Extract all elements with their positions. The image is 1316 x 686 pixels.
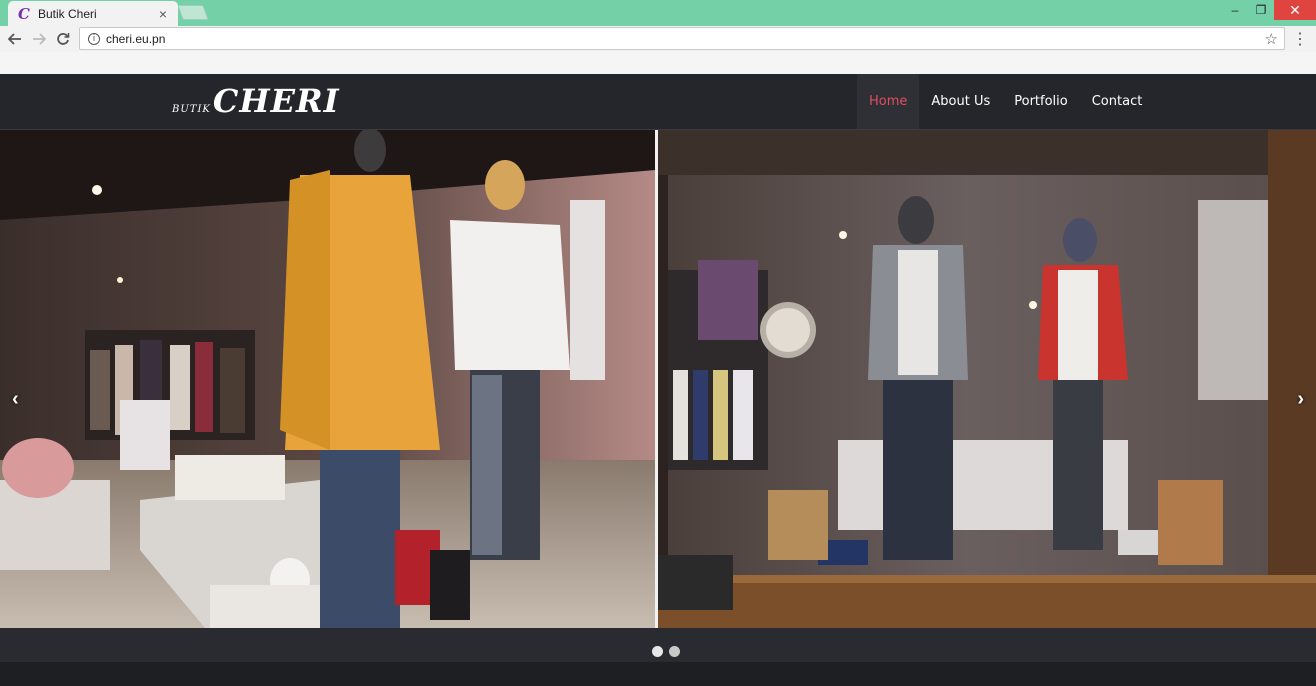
site-favicon-icon: C [18,4,30,23]
nav-about-us[interactable]: About Us [919,74,1002,129]
arrow-right-icon [33,33,46,45]
carousel-indicators-bar [0,628,1316,662]
bookmark-star-icon[interactable]: ☆ [1265,30,1278,48]
browser-menu-icon[interactable]: ⋮ [1292,29,1308,49]
reload-button[interactable] [51,27,75,51]
nav-contact[interactable]: Contact [1080,74,1155,129]
carousel-prev-button[interactable]: ‹ [12,388,19,411]
logo-main-text: CHERI [212,82,340,120]
store-interior-photo [0,130,655,628]
back-button[interactable] [3,27,27,51]
store-interior-image [0,130,655,628]
new-tab-button[interactable] [177,5,209,20]
shop-window-image [658,130,1316,628]
main-navigation: Home About Us Portfolio Contact [857,74,1154,129]
browser-titlebar: C Butik Cheri × – ❐ ✕ [0,0,1316,26]
image-carousel: ‹ › [0,130,1316,628]
forward-button[interactable] [27,27,51,51]
carousel-dot-1[interactable] [652,646,663,657]
url-text[interactable]: cheri.eu.pn [106,32,165,46]
carousel-next-button[interactable]: › [1297,388,1304,411]
page-bottom-strip [0,662,1316,686]
reload-icon [57,33,70,45]
site-logo[interactable]: BUTIK CHERI [172,82,340,120]
tab-close-icon[interactable]: × [156,6,170,22]
page-top-gap [0,52,1316,74]
minimize-button[interactable]: – [1222,0,1248,20]
browser-tab[interactable]: C Butik Cheri × [8,1,178,26]
site-header: BUTIK CHERI Home About Us Portfolio Cont… [0,74,1316,130]
nav-portfolio[interactable]: Portfolio [1002,74,1079,129]
tab-title: Butik Cheri [38,6,97,21]
maximize-button[interactable]: ❐ [1248,0,1274,20]
logo-small-text: BUTIK [172,104,211,115]
window-controls: – ❐ ✕ [1222,0,1316,20]
carousel-dots [652,646,680,657]
info-icon[interactable]: i [88,32,100,45]
address-bar[interactable]: i cheri.eu.pn ☆ [79,27,1285,50]
browser-toolbar: i cheri.eu.pn ☆ ⋮ [0,26,1316,52]
arrow-left-icon [8,33,21,45]
shop-window-photo [658,130,1316,628]
carousel-dot-2[interactable] [669,646,680,657]
nav-home[interactable]: Home [857,74,920,129]
close-window-button[interactable]: ✕ [1274,0,1316,20]
